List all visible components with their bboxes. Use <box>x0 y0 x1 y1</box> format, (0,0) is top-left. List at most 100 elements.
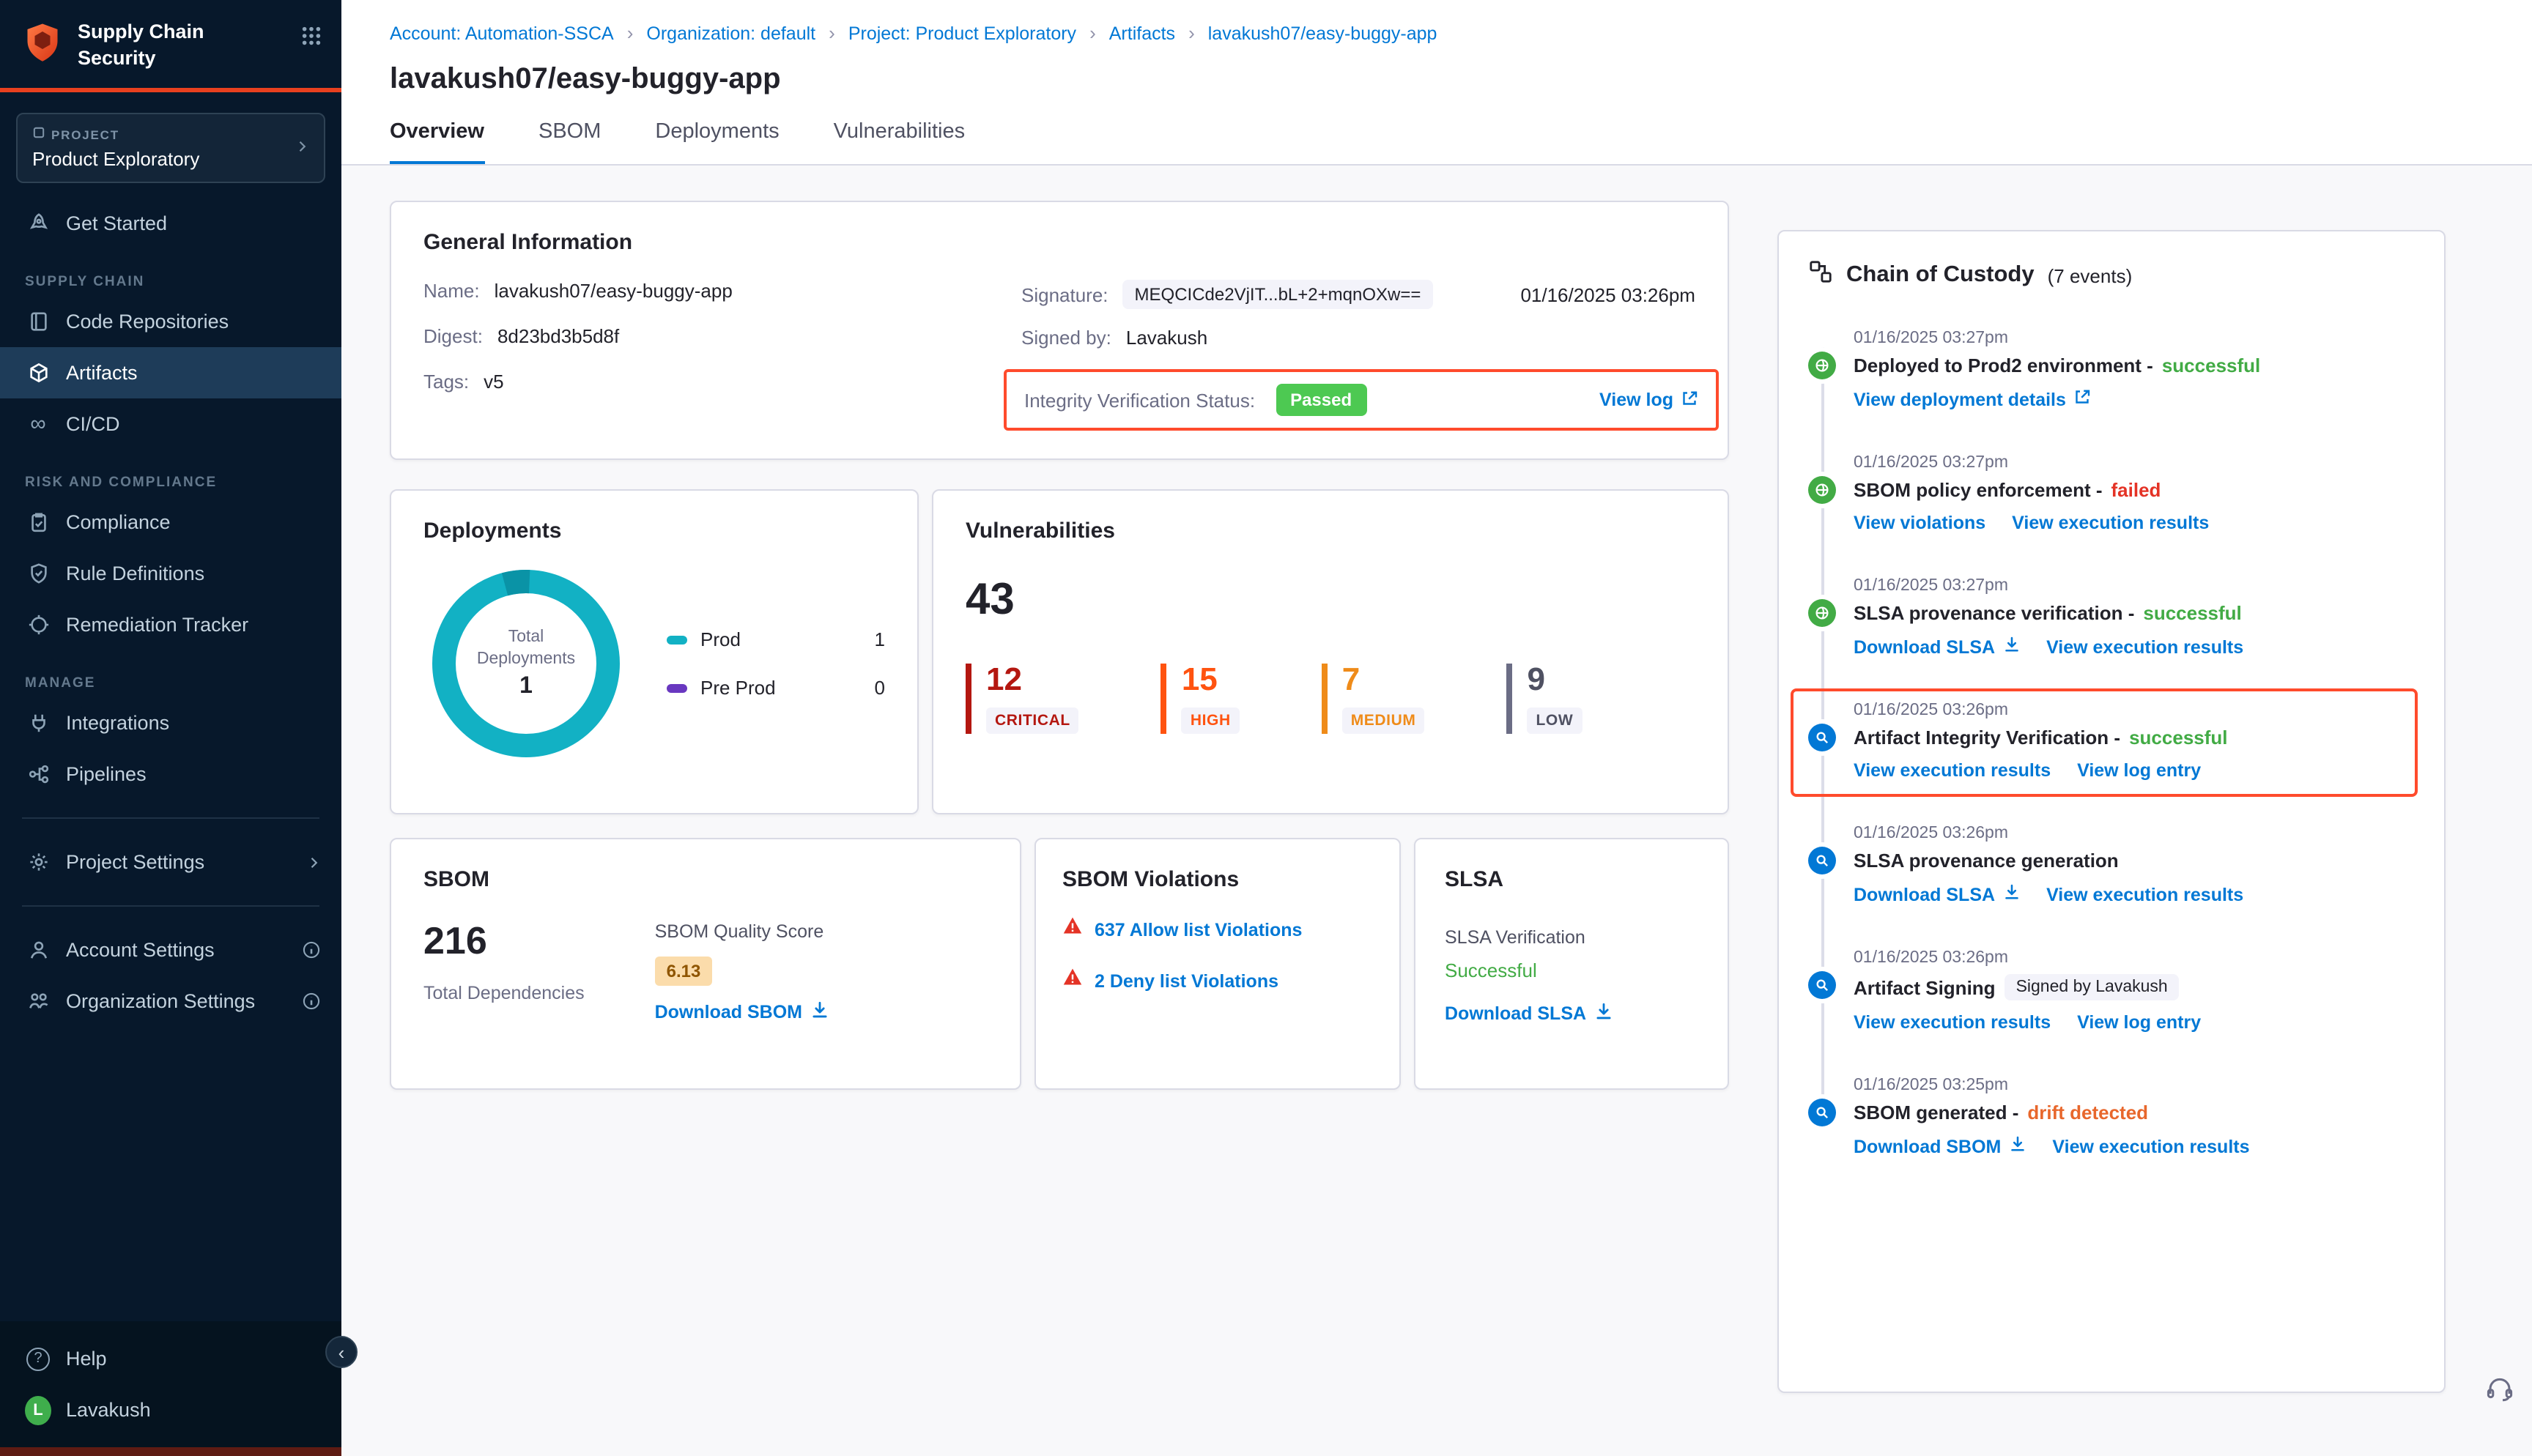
download-slsa-link[interactable]: Download SLSA <box>1854 636 2020 658</box>
event-verify-icon <box>1808 599 1836 627</box>
user-menu[interactable]: L Lavakush <box>0 1384 341 1435</box>
support-headset-icon[interactable] <box>2485 1374 2514 1411</box>
breadcrumb-account[interactable]: Account: Automation-SSCA <box>390 23 614 43</box>
severity-count: 7 <box>1342 664 1425 696</box>
view-log-entry-link[interactable]: View log entry <box>2077 1012 2201 1033</box>
sidebar-item-code-repositories[interactable]: Code Repositories <box>0 296 341 347</box>
sidebar-item-label: Account Settings <box>66 939 215 961</box>
breadcrumb-organization[interactable]: Organization: default <box>646 23 815 43</box>
sbom-violations-card: SBOM Violations 637 Allow list Violation… <box>1034 838 1401 1090</box>
sidebar-item-integrations[interactable]: Integrations <box>0 697 341 749</box>
event-links: View execution results View log entry <box>1854 1012 2415 1033</box>
view-execution-results-link[interactable]: View execution results <box>2012 513 2209 533</box>
allow-list-violations-link[interactable]: 637 Allow list Violations <box>1095 919 1302 940</box>
card-title: Deployments <box>423 519 885 543</box>
severity-count: 15 <box>1182 664 1240 696</box>
breadcrumb-separator <box>627 22 634 44</box>
sidebar-item-rule-definitions[interactable]: Rule Definitions <box>0 548 341 599</box>
deny-list-violations-link[interactable]: 2 Deny list Violations <box>1095 970 1278 991</box>
project-selector-text: PROJECT Product Exploratory <box>32 126 295 170</box>
severity-badge: LOW <box>1528 707 1582 734</box>
sidebar-item-project-settings[interactable]: Project Settings <box>0 836 341 888</box>
view-execution-results-link[interactable]: View execution results <box>1854 1012 2051 1033</box>
sidebar-item-get-started[interactable]: Get Started <box>0 198 341 249</box>
signature-timestamp: 01/16/2025 03:26pm <box>1520 283 1695 305</box>
view-execution-results-link[interactable]: View execution results <box>1854 760 2051 781</box>
row-deployments-vulnerabilities: Deployments Total Deployments 1 <box>390 489 1729 814</box>
sidebar-item-label: Integrations <box>66 712 169 734</box>
view-violations-link[interactable]: View violations <box>1854 513 1985 533</box>
card-title: SBOM <box>423 867 988 892</box>
sidebar-item-artifacts[interactable]: Artifacts <box>0 347 341 398</box>
apps-grid-icon[interactable] <box>300 25 322 54</box>
tab-deployments[interactable]: Deployments <box>655 120 779 164</box>
event-timestamp: 01/16/2025 03:26pm <box>1854 949 2415 967</box>
gear-icon <box>25 851 51 873</box>
sidebar-item-account-settings[interactable]: Account Settings <box>0 924 341 976</box>
tab-sbom[interactable]: SBOM <box>538 120 601 164</box>
sidebar: Supply Chain Security PROJECT Product Ex… <box>0 0 341 1456</box>
repo-icon <box>25 311 51 333</box>
view-execution-results-link[interactable]: View execution results <box>2046 883 2243 905</box>
breadcrumb-project[interactable]: Project: Product Exploratory <box>848 23 1076 43</box>
donut-total-value: 1 <box>519 675 533 701</box>
slsa-card: SLSA SLSA Verification Successful Downlo… <box>1414 838 1729 1090</box>
event-links: Download SLSA View execution results <box>1854 883 2415 905</box>
download-sbom-link[interactable]: Download SBOM <box>655 1000 829 1024</box>
view-log-link[interactable]: View log <box>1599 389 1698 411</box>
app-root: Supply Chain Security PROJECT Product Ex… <box>0 0 2532 1456</box>
cube-icon <box>25 362 51 384</box>
divider <box>22 817 319 819</box>
tags-row: Tags: v5 <box>423 371 1021 393</box>
signed-by-row: Signed by: Lavakush <box>1021 327 1695 349</box>
download-slsa-label: Download SLSA <box>1445 1003 1586 1024</box>
donut-center-label: Total Deployments <box>467 626 585 670</box>
event-title-row: Artifact Integrity Verification - succes… <box>1854 727 2415 749</box>
event-links: View violations View execution results <box>1854 513 2415 533</box>
help-button[interactable]: ? Help <box>0 1333 341 1384</box>
view-execution-results-link[interactable]: View execution results <box>2046 636 2243 658</box>
signature-value: MEQCICde2VjIT...bL+2+mqnOXw== <box>1123 280 1433 309</box>
general-information-card: General Information Name: lavakush07/eas… <box>390 201 1729 460</box>
card-title: General Information <box>423 230 1695 255</box>
download-sbom-link[interactable]: Download SBOM <box>1854 1135 2026 1157</box>
legend-count: 1 <box>875 628 885 650</box>
rocket-icon <box>25 212 51 234</box>
event-title-row: SLSA provenance verification - successfu… <box>1854 602 2415 624</box>
tab-overview[interactable]: Overview <box>390 120 484 164</box>
clipboard-icon <box>25 511 51 533</box>
view-execution-results-link[interactable]: View execution results <box>2052 1135 2249 1157</box>
sidebar-item-organization-settings[interactable]: Organization Settings <box>0 976 341 1027</box>
event-policy-icon <box>1808 476 1836 504</box>
legend-marker-prod <box>667 635 687 644</box>
vulnerabilities-total: 43 <box>966 576 1695 625</box>
help-icon: ? <box>25 1347 51 1370</box>
download-slsa-link[interactable]: Download SLSA <box>1445 1002 1613 1025</box>
legend-label: Pre Prod <box>700 677 776 699</box>
view-deployment-details-link[interactable]: View deployment details <box>1854 388 2091 410</box>
sidebar-item-cicd[interactable]: ∞ CI/CD <box>0 398 341 450</box>
project-selector[interactable]: PROJECT Product Exploratory <box>16 113 325 183</box>
sidebar-item-remediation-tracker[interactable]: Remediation Tracker <box>0 599 341 650</box>
download-slsa-link[interactable]: Download SLSA <box>1854 883 2020 905</box>
shield-check-icon <box>25 562 51 584</box>
chain-of-custody-timeline: 01/16/2025 03:27pm Deployed to Prod2 env… <box>1808 330 2415 1157</box>
sidebar-header: Supply Chain Security <box>0 0 341 88</box>
breadcrumb-artifacts[interactable]: Artifacts <box>1109 23 1175 43</box>
breadcrumb-current[interactable]: lavakush07/easy-buggy-app <box>1208 23 1437 43</box>
view-log-entry-link[interactable]: View log entry <box>2077 760 2201 781</box>
download-icon <box>2002 883 2020 905</box>
severity-count: 9 <box>1528 664 1582 696</box>
breadcrumb-separator <box>1089 22 1096 44</box>
nav-section-supply-chain: SUPPLY CHAIN <box>25 274 341 290</box>
external-link-icon <box>2073 388 2091 410</box>
tab-vulnerabilities[interactable]: Vulnerabilities <box>834 120 965 164</box>
sidebar-collapse-handle[interactable]: ‹ <box>325 1336 358 1368</box>
project-label-row: PROJECT <box>32 126 295 142</box>
sidebar-item-pipelines[interactable]: Pipelines <box>0 749 341 800</box>
event-title: Artifact Signing <box>1854 976 1996 998</box>
shield-logo-icon <box>21 21 64 72</box>
topbar: Account: Automation-SSCA Organization: d… <box>341 0 2532 166</box>
card-title: SLSA <box>1445 867 1698 892</box>
sidebar-item-compliance[interactable]: Compliance <box>0 497 341 548</box>
